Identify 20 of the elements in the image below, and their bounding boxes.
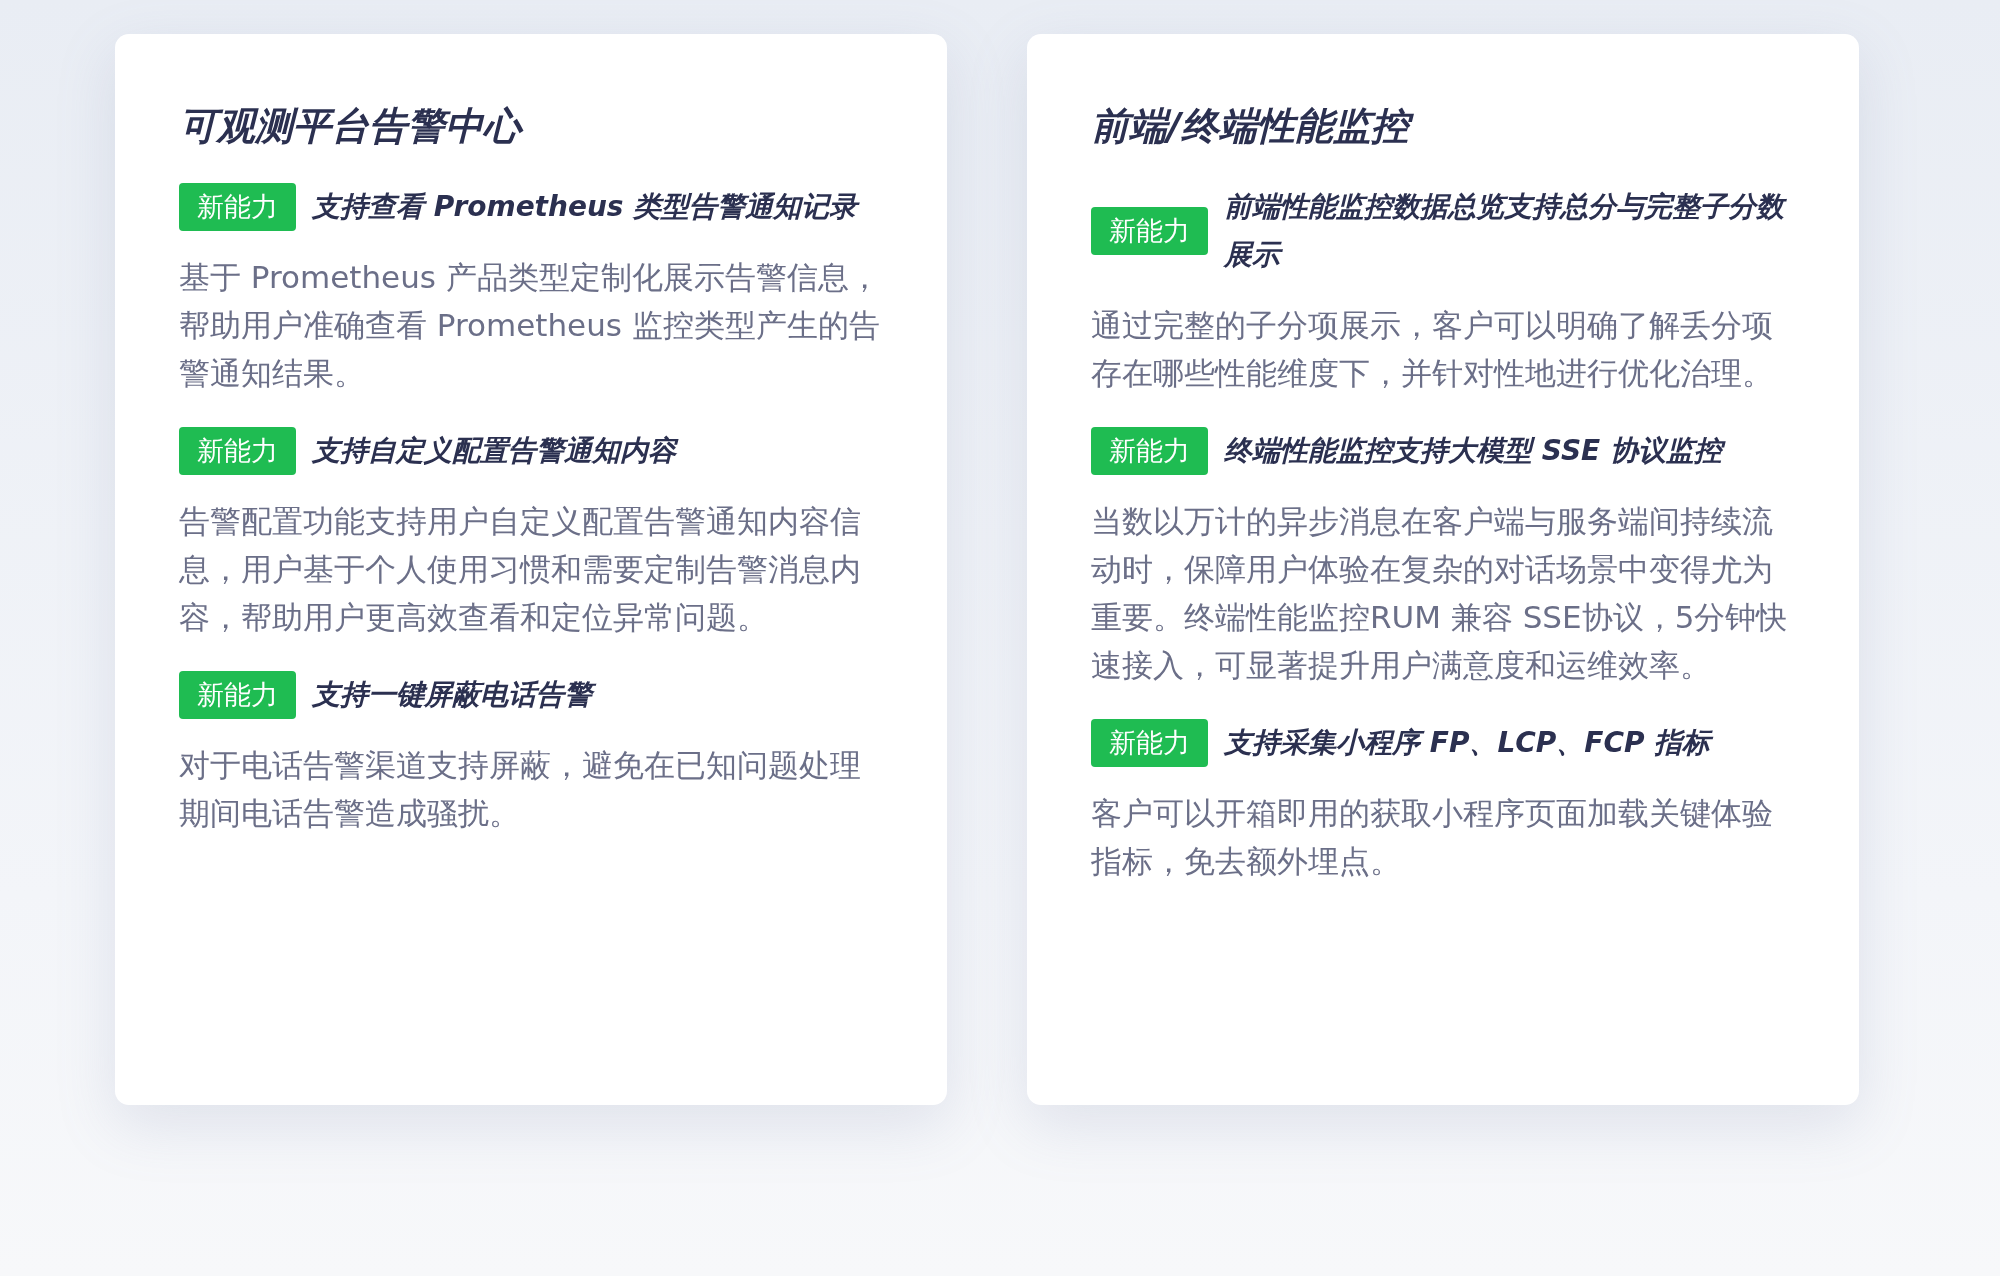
feature-description: 基于 Prometheus 产品类型定制化展示告警信息，帮助用户准确查看 Prometheus 监控类型产生的告警通知结果。 (179, 258, 881, 394)
feature-description: 告警配置功能支持用户自定义配置告警通知内容信息，用户基于个人使用习惯和需要定制告警消息内容，帮助用户更高效查看和定位异常问题。 (179, 502, 862, 638)
new-feature-badge: 新能力 (179, 427, 296, 476)
feature-heading: 终端性能监控支持大模型 SSE 协议监控 (1224, 427, 1730, 476)
feature-heading: 支持一键屏蔽电话告警 (312, 671, 600, 720)
feature-description: 对于电话告警渠道支持屏蔽，避免在已知问题处理期间电话告警造成骚扰。 (179, 746, 862, 834)
feature-description: 客户可以开箱即用的获取小程序页面加载关键体验指标，免去额外埋点。 (1091, 794, 1774, 882)
card-title: 前端/终端性能监控 (1091, 100, 1795, 154)
new-feature-badge: 新能力 (179, 671, 296, 720)
feature-heading: 前端性能监控数据总览支持总分与完整子分数展示 (1224, 183, 1795, 280)
new-feature-badge: 新能力 (1091, 207, 1208, 256)
new-feature-badge: 新能力 (1091, 427, 1208, 476)
card-title: 可观测平台告警中心 (179, 100, 883, 154)
feature-heading: 支持采集小程序 FP、LCP、FCP 指标 (1224, 725, 1714, 762)
new-feature-badge: 新能力 (179, 183, 296, 232)
feature-heading: 支持自定义配置告警通知内容 (312, 427, 684, 476)
feature-heading: 支持查看 Prometheus 类型告警通知记录 (312, 189, 861, 226)
new-feature-badge: 新能力 (1091, 719, 1208, 768)
feature-description: 当数以万计的异步消息在客户端与服务端间持续流动时，保障用户体验在复杂的对话场景中变得尤为重要。终端性能监控RUM 兼容 SSE协议，5分钟快速接入，可显著提升用户满意度和运维效率。 (1091, 502, 1789, 686)
feature-description: 通过完整的子分项展示，客户可以明确了解丢分项存在哪些性能维度下，并针对性地进行优化治理。 (1091, 306, 1774, 394)
